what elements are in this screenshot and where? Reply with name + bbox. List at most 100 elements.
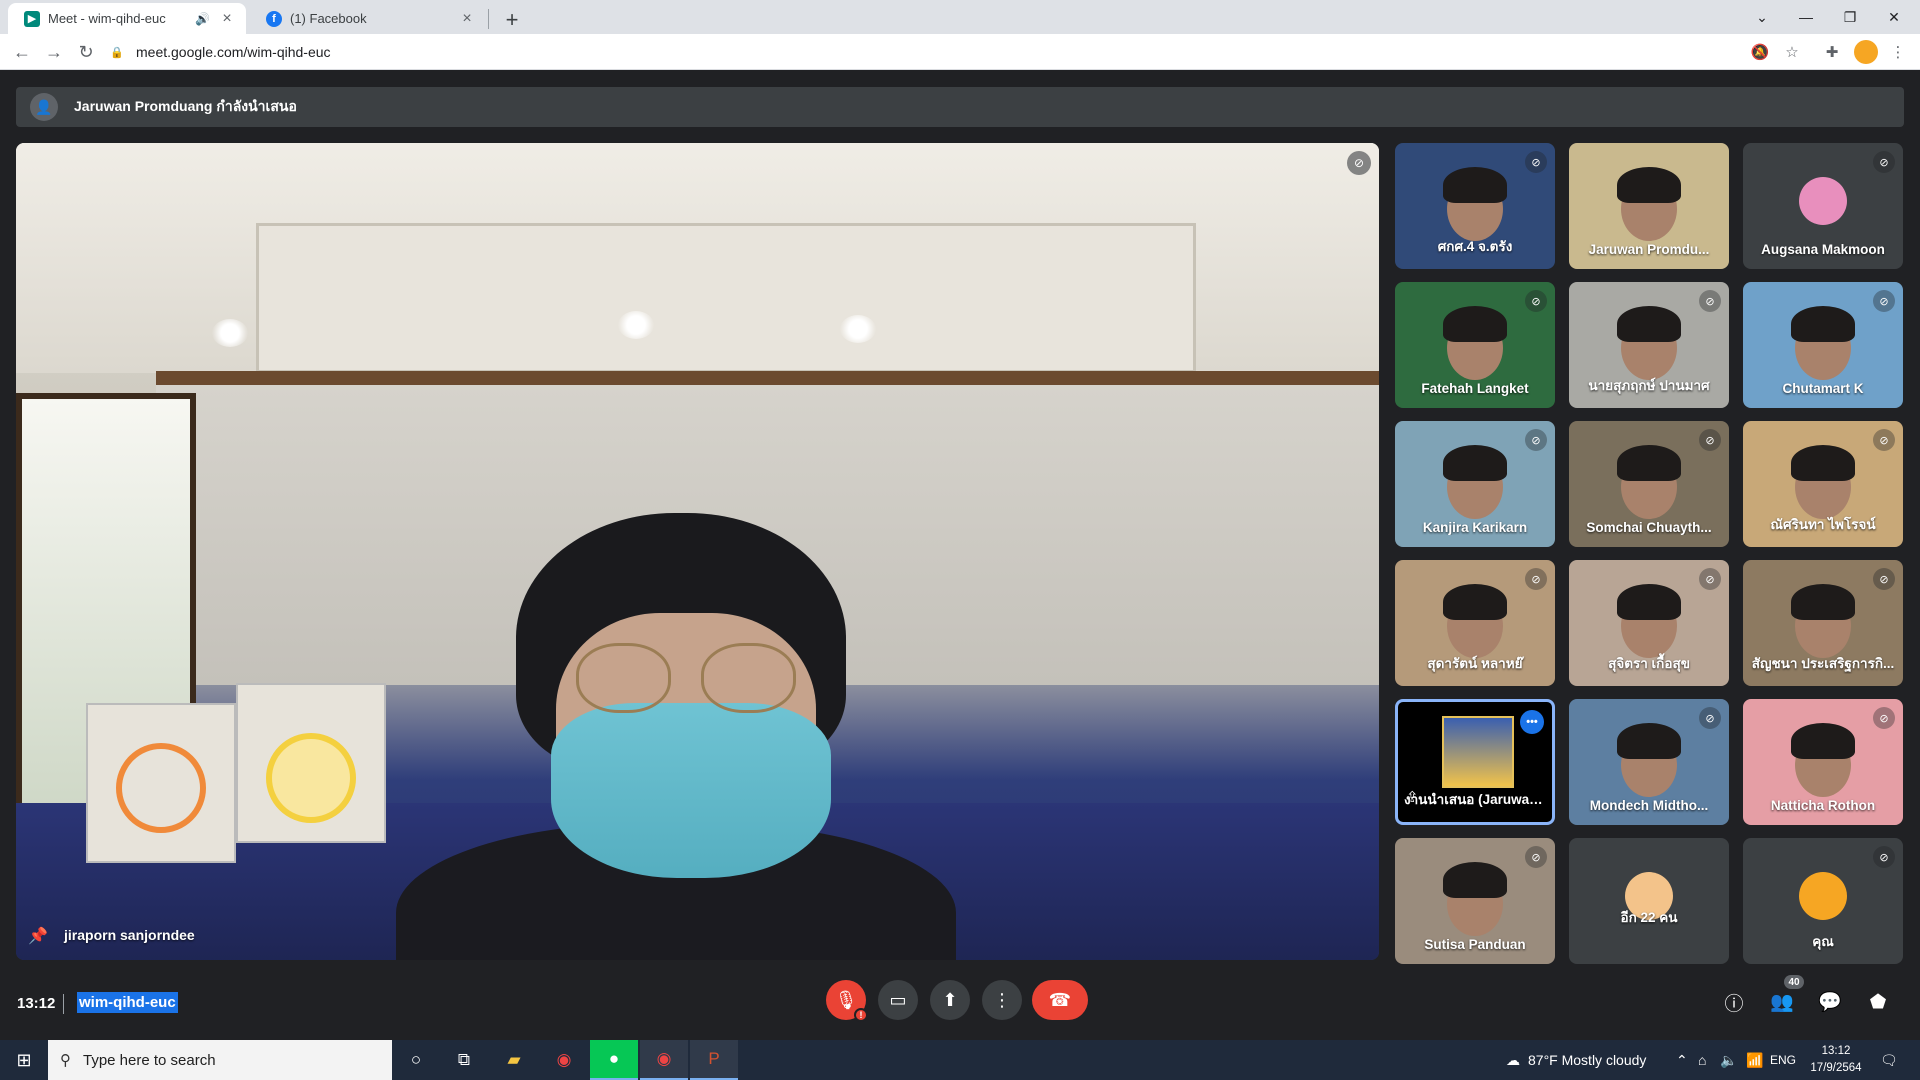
mic-off-icon: ⊘ bbox=[1873, 429, 1895, 451]
mic-off-icon: ⊘ bbox=[1873, 290, 1895, 312]
participant-video bbox=[1443, 167, 1507, 203]
menu-kebab-icon[interactable]: ⋮ bbox=[1886, 40, 1910, 64]
participant-name: Chutamart K bbox=[1782, 381, 1864, 396]
mic-off-icon: ⊘ bbox=[1525, 429, 1547, 451]
task-view-icon[interactable]: ⧉ bbox=[440, 1040, 488, 1080]
participant-tile[interactable]: ⊘ Mondech Midtho... bbox=[1569, 699, 1729, 825]
activities-button[interactable]: ⬟ bbox=[1862, 986, 1894, 1018]
camera-toggle-button[interactable]: ▭ bbox=[878, 980, 918, 1020]
powerpoint-icon[interactable]: P bbox=[690, 1040, 738, 1080]
speaker-icon[interactable]: 🔊 bbox=[195, 12, 210, 26]
present-button[interactable]: ⬆ bbox=[930, 980, 970, 1020]
more-options-icon[interactable]: ••• bbox=[1520, 710, 1544, 734]
windows-start-icon[interactable]: ⊞ bbox=[0, 1040, 48, 1080]
chrome-running-icon[interactable]: ◉ bbox=[640, 1040, 688, 1080]
participant-tile[interactable]: Jaruwan Promdu... bbox=[1569, 143, 1729, 269]
avatar bbox=[1799, 177, 1847, 225]
tab-facebook[interactable]: f (1) Facebook × bbox=[250, 3, 486, 34]
minimize-button[interactable]: — bbox=[1784, 0, 1828, 34]
participant-tile[interactable]: ⇪ ••• งานนำเสนอ (Jaruwan Pr... bbox=[1395, 699, 1555, 825]
tab-search-icon[interactable]: ⌄ bbox=[1740, 0, 1784, 34]
participant-tile[interactable]: ⊘ Sutisa Panduan bbox=[1395, 838, 1555, 964]
tab-meet[interactable]: ▶ Meet - wim-qihd-euc 🔊 × bbox=[8, 3, 246, 34]
address-bar[interactable]: 🔒 meet.google.com/wim-qihd-euc bbox=[110, 38, 1750, 66]
participant-tile[interactable]: ⊘ ศกศ.4 จ.ตรัง bbox=[1395, 143, 1555, 269]
participant-tile[interactable]: อีก 22 คน bbox=[1569, 838, 1729, 964]
people-button[interactable]: 👥 bbox=[1766, 986, 1798, 1018]
more-options-button[interactable]: ⋮ bbox=[982, 980, 1022, 1020]
wifi-icon[interactable]: 📶 bbox=[1746, 1040, 1763, 1080]
forward-icon[interactable]: → bbox=[40, 38, 68, 66]
close-tab-icon[interactable]: × bbox=[458, 10, 476, 28]
profile-avatar[interactable] bbox=[1854, 40, 1878, 64]
volume-icon[interactable]: 🔈 bbox=[1720, 1040, 1737, 1080]
taskbar-time: 13:12 bbox=[1821, 1045, 1851, 1057]
participant-tile[interactable]: ⊘ สุดารัตน์ หลาหย๊ bbox=[1395, 560, 1555, 686]
video-scene bbox=[156, 371, 1379, 385]
participant-name: Augsana Makmoon bbox=[1761, 242, 1885, 257]
language-indicator[interactable]: ENG bbox=[1770, 1040, 1796, 1080]
line-app-icon[interactable]: ● bbox=[590, 1040, 638, 1080]
restore-button[interactable]: ❐ bbox=[1828, 0, 1872, 34]
participant-tile[interactable]: ⊘ คุณ bbox=[1743, 838, 1903, 964]
bookmark-star-icon[interactable]: ☆ bbox=[1780, 40, 1804, 64]
hang-up-icon: ☎ bbox=[1048, 989, 1072, 1010]
participant-tile[interactable]: ⊘ Kanjira Karikarn bbox=[1395, 421, 1555, 547]
participant-tile[interactable]: ⊘ Chutamart K bbox=[1743, 282, 1903, 408]
new-tab-button[interactable]: + bbox=[498, 6, 526, 34]
participant-name: งานนำเสนอ (Jaruwan Pr... bbox=[1404, 792, 1552, 807]
chrome-icon[interactable]: ◉ bbox=[540, 1040, 588, 1080]
taskbar-clock[interactable]: 13:12 17/9/2564 bbox=[1808, 1043, 1864, 1077]
cortana-icon[interactable]: ○ bbox=[392, 1040, 440, 1080]
participant-tile[interactable]: ⊘ ณัศรินทา ไพโรจน์ bbox=[1743, 421, 1903, 547]
participant-name: สัญชนา ประเสริฐการกิ... bbox=[1751, 656, 1895, 671]
pin-icon[interactable]: 📌 bbox=[28, 926, 48, 946]
chat-button[interactable]: 💬 bbox=[1814, 986, 1846, 1018]
lock-icon[interactable]: 🔒 bbox=[110, 45, 124, 59]
participant-tile[interactable]: ⊘ สัญชนา ประเสริฐการกิ... bbox=[1743, 560, 1903, 686]
participant-tile[interactable]: ⊘ Fatehah Langket bbox=[1395, 282, 1555, 408]
participant-tile[interactable]: ⊘ นายสุภฤกษ์ ปานมาศ bbox=[1569, 282, 1729, 408]
weather-widget[interactable]: ☁ 87°F Mostly cloudy bbox=[1506, 1040, 1646, 1080]
participant-tile[interactable]: ⊘ Somchai Chuayth... bbox=[1569, 421, 1729, 547]
mic-off-icon: ⊘ bbox=[1873, 568, 1895, 590]
tray-chevron-icon[interactable]: ⌃ bbox=[1676, 1040, 1688, 1080]
network-icon[interactable]: ⌂ bbox=[1698, 1040, 1706, 1080]
divider bbox=[63, 994, 64, 1014]
file-explorer-icon[interactable]: ▰ bbox=[490, 1040, 538, 1080]
meet-stage: 👤 Jaruwan Promduang กำลังนำเสนอ ⊘ 📌 jira… bbox=[0, 70, 1920, 1040]
participant-count-badge: 40 bbox=[1784, 975, 1804, 989]
participant-name: Kanjira Karikarn bbox=[1422, 520, 1528, 535]
participant-tile[interactable]: ⊘ สุจิตรา เกื้อสุข bbox=[1569, 560, 1729, 686]
action-center-icon[interactable]: 🗨 bbox=[1880, 1040, 1898, 1080]
meeting-time: 13:12 bbox=[17, 995, 56, 1012]
video-scene bbox=[256, 223, 1196, 373]
reload-icon[interactable]: ↻ bbox=[72, 38, 100, 66]
close-tab-icon[interactable]: × bbox=[218, 10, 236, 28]
tab-title: (1) Facebook bbox=[290, 11, 367, 26]
taskbar-search-input[interactable]: ⚲ Type here to search bbox=[48, 1040, 392, 1080]
mic-off-icon: 🎙 bbox=[834, 989, 858, 1010]
notifications-blocked-icon[interactable]: 🔕 bbox=[1748, 40, 1772, 64]
main-speaker-name: jiraporn sanjorndee bbox=[64, 927, 195, 943]
leave-call-button[interactable]: ☎ bbox=[1032, 980, 1088, 1020]
close-window-button[interactable]: ✕ bbox=[1872, 0, 1916, 34]
meeting-details-button[interactable]: ⓘ bbox=[1718, 986, 1750, 1018]
meeting-code[interactable]: wim-qihd-euc bbox=[77, 992, 178, 1013]
camera-icon: ▭ bbox=[889, 989, 907, 1010]
participant-tile[interactable]: ⊘ Natticha Rothon bbox=[1743, 699, 1903, 825]
participant-name: คุณ bbox=[1812, 934, 1834, 949]
cloud-icon: ☁ bbox=[1506, 1051, 1520, 1068]
mic-off-icon: ⊘ bbox=[1873, 707, 1895, 729]
participant-tile[interactable]: ⊘ Augsana Makmoon bbox=[1743, 143, 1903, 269]
mic-toggle-button[interactable]: 🎙 ! bbox=[826, 980, 868, 1022]
back-icon[interactable]: ← bbox=[8, 38, 36, 66]
browser-tab-strip: ▶ Meet - wim-qihd-euc 🔊 × f (1) Facebook… bbox=[0, 0, 1920, 34]
search-placeholder: Type here to search bbox=[83, 1051, 216, 1069]
participant-video bbox=[1791, 445, 1855, 481]
main-video[interactable]: ⊘ 📌 jiraporn sanjorndee bbox=[16, 143, 1379, 960]
participant-video bbox=[1443, 862, 1507, 898]
mic-off-icon: ⊘ bbox=[1525, 846, 1547, 868]
extensions-icon[interactable]: ✚ bbox=[1820, 40, 1844, 64]
participant-video bbox=[1617, 167, 1681, 203]
